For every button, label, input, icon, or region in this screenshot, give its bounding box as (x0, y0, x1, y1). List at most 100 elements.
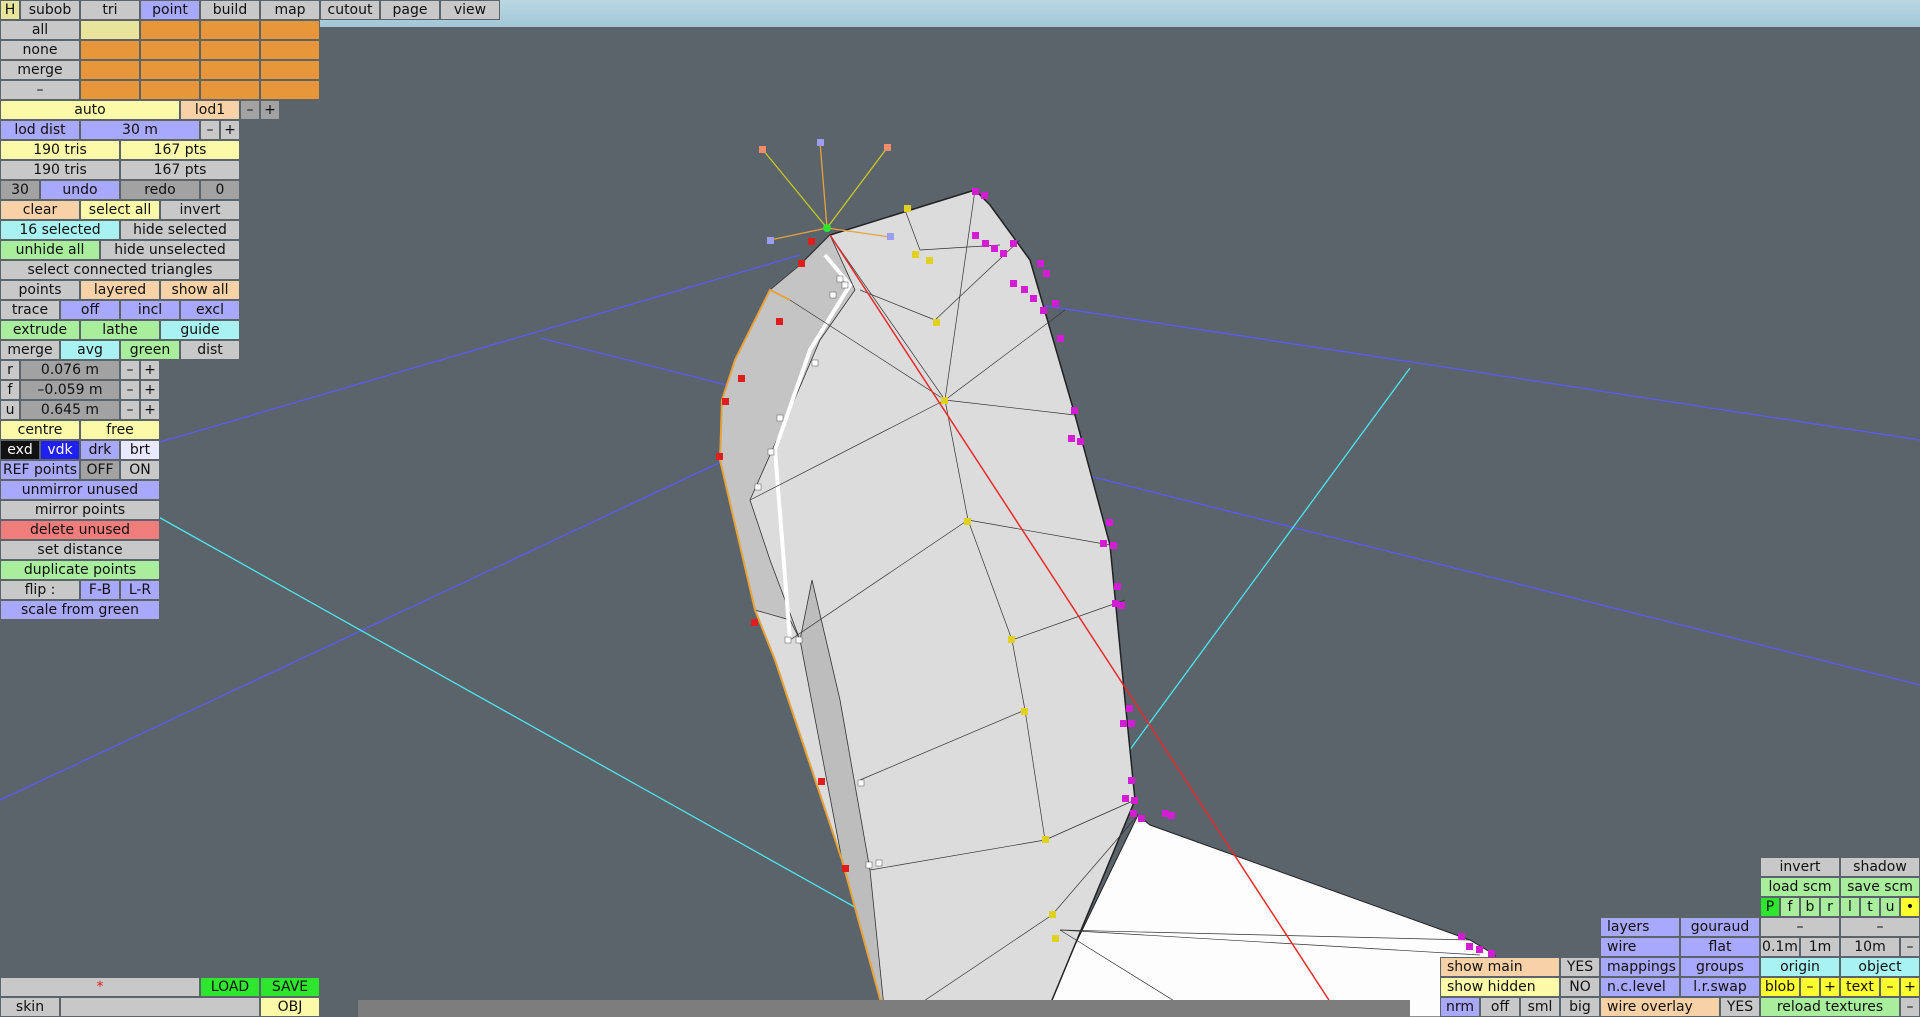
delete-unused-button[interactable]: delete unused (0, 520, 160, 540)
undo-button[interactable]: undo (40, 180, 120, 200)
tab-point[interactable]: point (140, 0, 200, 20)
clear-button[interactable]: clear (0, 200, 80, 220)
green-button[interactable]: green (120, 340, 180, 360)
tab-map[interactable]: map (260, 0, 320, 20)
layer-cell[interactable] (200, 80, 260, 100)
nc-level-button[interactable]: n.c.level (1600, 977, 1680, 997)
extrude-button[interactable]: extrude (0, 320, 80, 340)
layer-cell[interactable] (140, 20, 200, 40)
lod-dist-value[interactable]: 30 m (80, 120, 200, 140)
flat-button[interactable]: flat (1680, 937, 1760, 957)
layer-cell[interactable] (260, 40, 320, 60)
tab-page[interactable]: page (380, 0, 440, 20)
text-plus-button[interactable]: + (1900, 977, 1920, 997)
dash-button[interactable]: – (1760, 917, 1840, 937)
layer-cell[interactable] (80, 20, 140, 40)
mappings-button[interactable]: mappings (1600, 957, 1680, 977)
unhide-all-button[interactable]: unhide all (0, 240, 100, 260)
gouraud-button[interactable]: gouraud (1680, 917, 1760, 937)
u-plus-button[interactable]: + (140, 400, 160, 420)
grid-01m-button[interactable]: 0.1m (1760, 937, 1800, 957)
normals-nrm-button[interactable]: nrm (1440, 997, 1480, 1017)
redo-button[interactable]: redo (120, 180, 200, 200)
view-t-button[interactable]: t (1860, 897, 1880, 917)
auto-button[interactable]: auto (0, 100, 180, 120)
reload-textures-button[interactable]: reload textures (1760, 997, 1900, 1017)
mesh-model[interactable] (718, 189, 1496, 1017)
tab-cutout[interactable]: cutout (320, 0, 380, 20)
blob-minus-button[interactable]: – (1800, 977, 1820, 997)
load-button[interactable]: LOAD (200, 977, 260, 997)
shade-drk-button[interactable]: drk (80, 440, 120, 460)
lod-plus-button[interactable]: + (260, 100, 280, 120)
grid-1m-button[interactable]: 1m (1800, 937, 1840, 957)
r-plus-button[interactable]: + (140, 360, 160, 380)
shade-vdk-button[interactable]: vdk (40, 440, 80, 460)
layer-none-button[interactable]: none (0, 40, 80, 60)
avg-button[interactable]: avg (60, 340, 120, 360)
normals-off-button[interactable]: off (1480, 997, 1520, 1017)
obj-button[interactable]: OBJ (260, 997, 320, 1017)
select-all-button[interactable]: select all (80, 200, 160, 220)
blob-plus-button[interactable]: + (1820, 977, 1840, 997)
tab-h[interactable]: H (0, 0, 20, 20)
layer-cell[interactable] (80, 80, 140, 100)
layers-button[interactable]: layers (1600, 917, 1680, 937)
ref-on-button[interactable]: ON (120, 460, 160, 480)
unmirror-unused-button[interactable]: unmirror unused (0, 480, 160, 500)
view-dot-button[interactable]: • (1900, 897, 1920, 917)
mirror-points-button[interactable]: mirror points (0, 500, 160, 520)
lr-swap-button[interactable]: l.r.swap (1680, 977, 1760, 997)
view-f-button[interactable]: f (1780, 897, 1800, 917)
normals-big-button[interactable]: big (1560, 997, 1600, 1017)
tab-view[interactable]: view (440, 0, 500, 20)
view-r-button[interactable]: r (1820, 897, 1840, 917)
lod-dist-minus-button[interactable]: – (200, 120, 220, 140)
view-l-button[interactable]: l (1840, 897, 1860, 917)
layer-merge-button[interactable]: merge (0, 60, 80, 80)
layer-cell[interactable] (200, 20, 260, 40)
layer-cell[interactable] (140, 60, 200, 80)
r-value[interactable]: 0.076 m (20, 360, 120, 380)
merge-button[interactable]: merge (0, 340, 60, 360)
select-connected-button[interactable]: select connected triangles (0, 260, 240, 280)
layer-cell[interactable] (140, 80, 200, 100)
lod-dist-plus-button[interactable]: + (220, 120, 240, 140)
centre-button[interactable]: centre (0, 420, 80, 440)
set-distance-button[interactable]: set distance (0, 540, 160, 560)
groups-button[interactable]: groups (1680, 957, 1760, 977)
object-button[interactable]: object (1840, 957, 1920, 977)
u-minus-button[interactable]: – (120, 400, 140, 420)
invert-button[interactable]: invert (1760, 857, 1840, 877)
save-button[interactable]: SAVE (260, 977, 320, 997)
wire-overlay-toggle[interactable]: YES (1720, 997, 1760, 1017)
wire-button[interactable]: wire (1600, 937, 1680, 957)
skin-field[interactable] (60, 997, 260, 1017)
f-plus-button[interactable]: + (140, 380, 160, 400)
load-scm-button[interactable]: load scm (1760, 877, 1840, 897)
bottom-scroll-bar[interactable] (358, 1000, 1410, 1017)
dash-button-2[interactable]: – (1840, 917, 1920, 937)
tab-subob[interactable]: subob (20, 0, 80, 20)
free-button[interactable]: free (80, 420, 160, 440)
f-value[interactable]: –0.059 m (20, 380, 120, 400)
layer-cell[interactable] (200, 60, 260, 80)
trace-excl-button[interactable]: excl (180, 300, 240, 320)
reload-dash-button[interactable]: – (1900, 997, 1920, 1017)
invert-selection-button[interactable]: invert (160, 200, 240, 220)
3d-viewport[interactable] (0, 0, 1920, 1017)
layer-cell[interactable] (80, 60, 140, 80)
view-b-button[interactable]: b (1800, 897, 1820, 917)
normals-sml-button[interactable]: sml (1520, 997, 1560, 1017)
shade-brt-button[interactable]: brt (120, 440, 160, 460)
layer-cell[interactable] (260, 60, 320, 80)
view-u-button[interactable]: u (1880, 897, 1900, 917)
shadow-button[interactable]: shadow (1840, 857, 1920, 877)
tab-build[interactable]: build (200, 0, 260, 20)
shade-exd-button[interactable]: exd (0, 440, 40, 460)
points-button[interactable]: points (0, 280, 80, 300)
layer-cell[interactable] (260, 80, 320, 100)
grid-dash-button[interactable]: – (1900, 937, 1920, 957)
trace-incl-button[interactable]: incl (120, 300, 180, 320)
scale-from-green-button[interactable]: scale from green (0, 600, 160, 620)
